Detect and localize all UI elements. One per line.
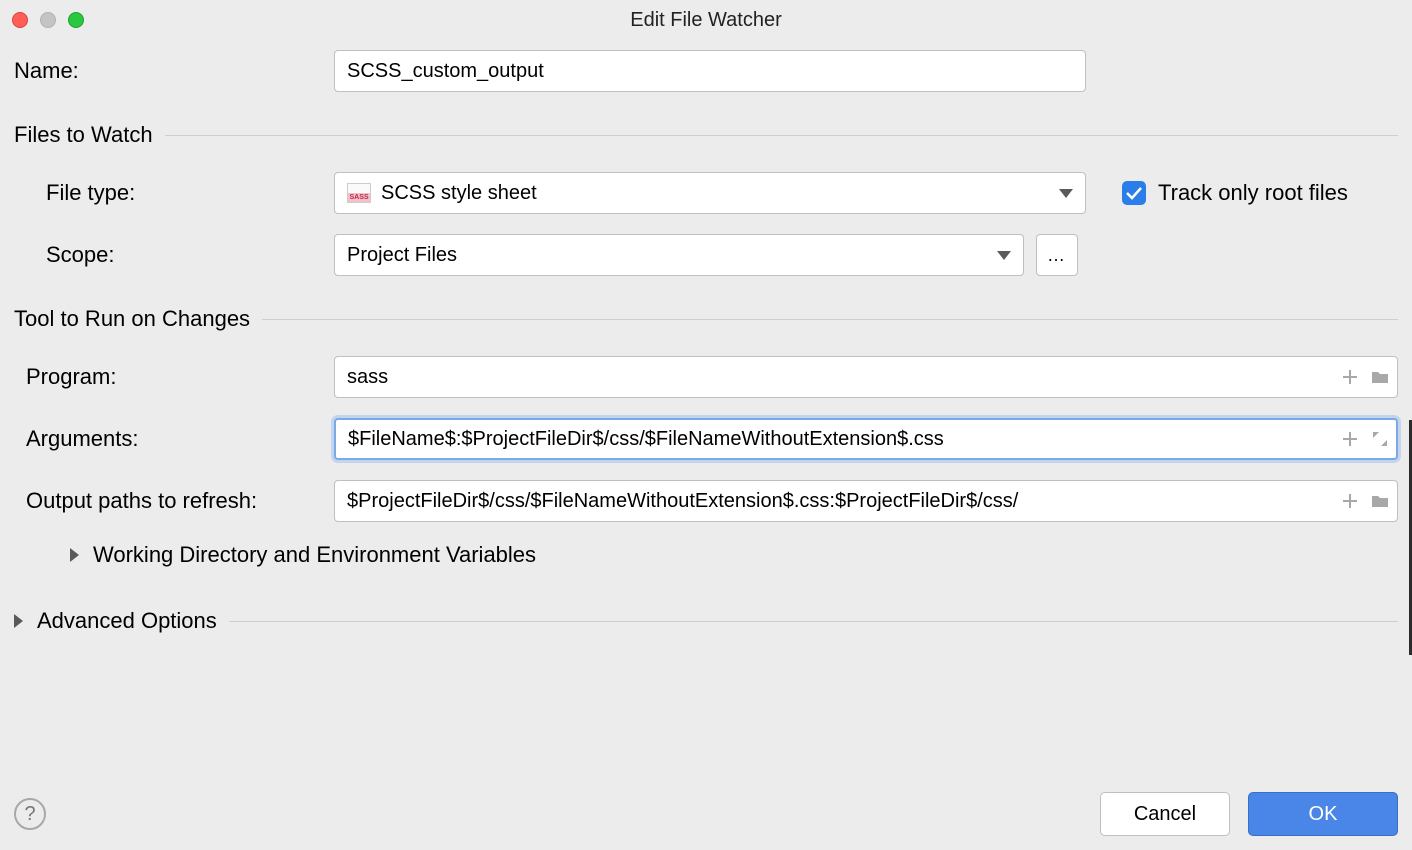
files-to-watch-heading-row: Files to Watch [14,122,1398,148]
insert-macro-icon[interactable] [1340,491,1360,511]
chevron-right-icon [70,548,79,562]
name-input[interactable] [334,50,1086,92]
minimize-window-button[interactable] [40,12,56,28]
tool-to-run-heading-row: Tool to Run on Changes [14,306,1398,332]
scope-browse-button[interactable]: … [1036,234,1078,276]
file-type-label: File type: [14,180,334,206]
program-input[interactable] [334,356,1398,398]
folder-browse-icon[interactable] [1370,367,1390,387]
sass-file-icon: SASS [347,183,371,203]
cancel-button[interactable]: Cancel [1100,792,1230,836]
check-icon [1126,186,1142,200]
track-root-label: Track only root files [1158,180,1348,206]
tool-to-run-heading: Tool to Run on Changes [14,306,250,332]
insert-macro-icon[interactable] [1340,367,1360,387]
advanced-options-label: Advanced Options [37,608,217,634]
traffic-lights [12,12,84,28]
scope-value: Project Files [347,244,457,267]
window-title: Edit File Watcher [630,9,782,32]
titlebar: Edit File Watcher [0,0,1412,40]
working-directory-expander[interactable]: Working Directory and Environment Variab… [70,542,1398,568]
ok-button[interactable]: OK [1248,792,1398,836]
scope-combo[interactable]: Project Files [334,234,1024,276]
file-type-combo[interactable]: SASS SCSS style sheet [334,172,1086,214]
scope-label: Scope: [14,242,334,268]
output-paths-label: Output paths to refresh: [14,488,334,514]
divider [165,135,1398,136]
working-directory-label: Working Directory and Environment Variab… [93,542,536,568]
arguments-label: Arguments: [14,426,334,452]
files-to-watch-heading: Files to Watch [14,122,153,148]
program-label: Program: [14,364,334,390]
folder-browse-icon[interactable] [1370,491,1390,511]
close-window-button[interactable] [12,12,28,28]
track-root-checkbox[interactable] [1122,181,1146,205]
chevron-down-icon [1059,189,1073,198]
name-label: Name: [14,58,334,84]
file-type-value: SCSS style sheet [381,182,537,205]
divider [262,319,1398,320]
insert-macro-icon[interactable] [1340,429,1360,449]
arguments-input[interactable] [334,418,1398,460]
expand-icon[interactable] [1370,429,1390,449]
divider [229,621,1398,622]
help-button[interactable]: ? [14,798,46,830]
chevron-right-icon [14,614,23,628]
advanced-options-row[interactable]: Advanced Options [14,608,1398,634]
chevron-down-icon [997,251,1011,260]
zoom-window-button[interactable] [68,12,84,28]
output-paths-input[interactable] [334,480,1398,522]
